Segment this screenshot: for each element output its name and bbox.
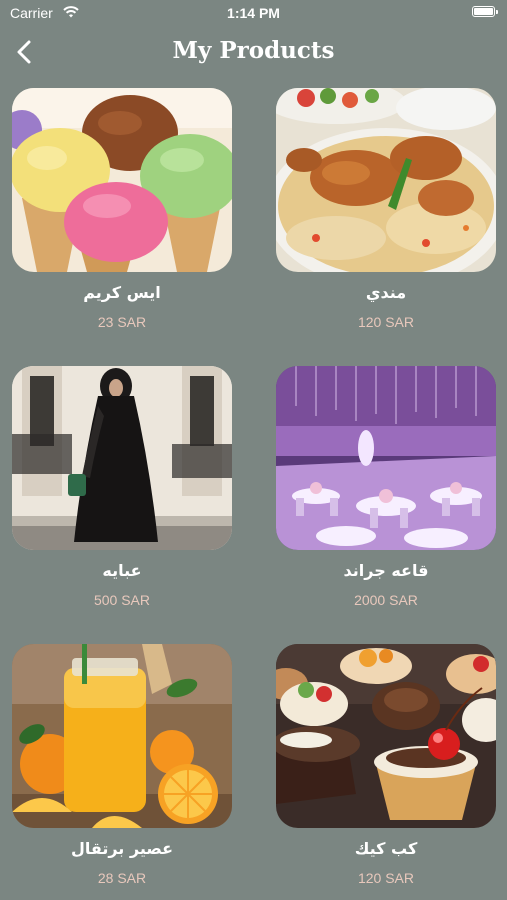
product-name: عبايه	[102, 561, 142, 580]
product-card[interactable]: كب كيك 120 SAR	[276, 644, 496, 900]
product-price: 120 SAR	[357, 314, 415, 330]
product-card[interactable]: قاعه جراند 2000 SAR	[276, 366, 496, 622]
product-price: 23 SAR	[97, 314, 147, 330]
status-time: 1:14 PM	[227, 5, 280, 21]
grand-hall-image	[276, 366, 496, 550]
product-price: 28 SAR	[97, 870, 147, 886]
mandi-image	[276, 88, 496, 272]
product-price: 500 SAR	[93, 592, 151, 608]
abaya-image	[12, 366, 232, 550]
product-name: ايس كريم	[83, 283, 161, 302]
cupcake-image	[276, 644, 496, 828]
product-name: قاعه جراند	[343, 561, 429, 580]
product-card[interactable]: عصير برتقال 28 SAR	[12, 644, 232, 900]
battery-icon	[472, 6, 498, 17]
navigation-bar: My Products	[0, 30, 507, 74]
product-price: 2000 SAR	[354, 592, 418, 608]
orange-juice-image	[12, 644, 232, 828]
status-bar: Carrier 1:14 PM	[0, 0, 507, 28]
product-card[interactable]: ايس كريم 23 SAR	[12, 88, 232, 344]
product-name: عصير برتقال	[70, 839, 174, 858]
ice-cream-image	[12, 88, 232, 272]
product-card[interactable]: عبايه 500 SAR	[12, 366, 232, 622]
product-name: مندي	[365, 283, 407, 302]
product-name: كب كيك	[354, 839, 418, 858]
page-title: My Products	[172, 37, 335, 64]
product-price: 120 SAR	[357, 870, 415, 886]
product-card[interactable]: مندي 120 SAR	[276, 88, 496, 344]
